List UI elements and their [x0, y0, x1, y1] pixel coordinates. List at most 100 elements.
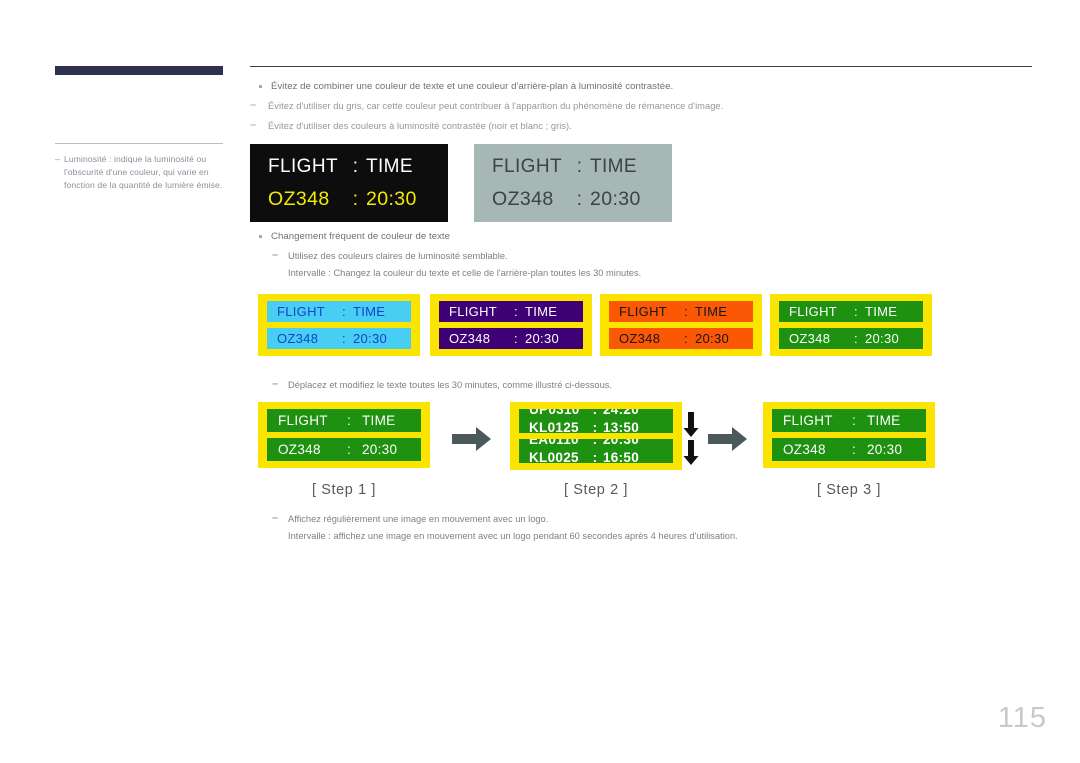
time-label: TIME [867, 413, 901, 429]
arrow-right-icon [708, 426, 748, 452]
flight-value: OZ348 [492, 187, 554, 210]
dash-marker-icon: – [250, 118, 257, 131]
scroll-line: EA0110 : 20:30 [519, 439, 673, 448]
note-avoid-gray: – Évitez d'utiliser du gris, car cette c… [250, 99, 1040, 114]
time-value: 20:30 [353, 331, 388, 347]
dash-marker-icon: – [250, 99, 257, 111]
bullet-dot-icon [259, 85, 262, 88]
display-header-row: FLIGHT : TIME [267, 409, 421, 433]
arrow-down-icon [683, 412, 699, 438]
sub-note-light-colors: – Utilisez des couleurs claires de lumin… [250, 249, 1040, 263]
scroll-line: KL0025 : 16:50 [519, 448, 673, 464]
flight-label: FLIGHT [268, 156, 338, 178]
step3-label: [ Step 3 ] [816, 482, 882, 499]
display-header-row: FLIGHT : TIME [779, 301, 923, 323]
separator: : [592, 449, 598, 464]
note-avoid-contrast: – Évitez d'utiliser des couleurs à lumin… [250, 118, 1040, 134]
flight-value: EA0110 [529, 439, 579, 447]
separator: : [514, 304, 518, 320]
bullet-text: Changement fréquent de couleur de texte [271, 231, 451, 243]
separator: : [576, 187, 583, 210]
step1-label: [ Step 1 ] [311, 482, 377, 499]
flight-value: UP0310 [529, 409, 580, 417]
display-header-row: FLIGHT : TIME [609, 301, 753, 323]
separator: : [684, 331, 688, 347]
flight-value: KL0125 [529, 419, 579, 434]
step1-display: FLIGHT : TIME OZ348 : 20:30 [258, 402, 430, 469]
flight-value: OZ348 [789, 331, 831, 347]
display-value-row: OZ348 : 20:30 [492, 183, 654, 215]
flight-value: OZ348 [268, 187, 330, 210]
separator: : [346, 413, 352, 429]
separator: : [346, 442, 352, 458]
flight-label: FLIGHT [783, 413, 833, 429]
flight-label: FLIGHT [619, 304, 668, 320]
flight-label: FLIGHT [449, 304, 498, 320]
separator: : [514, 331, 518, 347]
display-value-row: OZ348 : 20:30 [439, 328, 583, 350]
green-display: FLIGHT : TIME OZ348 : 20:30 [770, 294, 932, 357]
scrolling-row-bottom: EA0110 : 20:30 KL0025 : 16:50 [519, 439, 673, 464]
time-label: TIME [695, 304, 728, 320]
separator: : [342, 331, 346, 347]
time-value: 16:50 [603, 449, 640, 464]
time-label: TIME [589, 156, 637, 178]
time-label: TIME [362, 413, 396, 429]
display-header-row: FLIGHT : TIME [267, 301, 411, 323]
scroll-line: UP0310 : 24:20 [519, 409, 673, 418]
purple-display: FLIGHT : TIME OZ348 : 20:30 [430, 294, 592, 357]
cyan-display: FLIGHT : TIME OZ348 : 20:30 [258, 294, 420, 357]
document-page: – Luminosité : indique la luminosité ou … [0, 0, 1080, 763]
separator: : [684, 304, 688, 320]
separator: : [576, 156, 583, 178]
separator: : [592, 409, 598, 417]
flight-label: FLIGHT [277, 304, 326, 320]
display-pair-row: FLIGHT : TIME OZ348 : 20:30 FLIGHT : TIM… [250, 144, 1040, 223]
dash-marker: – [55, 154, 60, 164]
flight-value: OZ348 [278, 442, 321, 458]
display-value-row: OZ348 : 20:30 [267, 328, 411, 350]
time-label: TIME [365, 156, 413, 178]
flight-value: OZ348 [783, 442, 826, 458]
separator: : [851, 413, 857, 429]
flight-label: FLIGHT [789, 304, 838, 320]
time-value: 24:20 [603, 409, 640, 417]
display-header-row: FLIGHT : TIME [492, 151, 654, 183]
separator: : [854, 304, 858, 320]
sub-note-interval-1: Intervalle : Changez la couleur du texte… [288, 268, 642, 279]
separator: : [592, 419, 598, 434]
page-number: 115 [997, 702, 1047, 734]
bullet-item-color-change: Changement fréquent de couleur de texte [250, 230, 1040, 244]
step3-display: FLIGHT : TIME OZ348 : 20:30 [763, 402, 935, 469]
time-value: 13:50 [603, 419, 640, 434]
flight-value: OZ348 [619, 331, 661, 347]
bullet-text: Évitez de combiner une couleur de texte … [271, 81, 674, 92]
scrolling-row-top: UP0310 : 24:20 KL0125 : 13:50 [519, 409, 673, 434]
display-value-row: OZ348 : 20:30 [772, 438, 926, 462]
bullet-dot-icon [259, 235, 262, 238]
dash-marker-icon: – [272, 249, 279, 262]
display-value-row: OZ348 : 20:30 [779, 328, 923, 350]
flight-value: OZ348 [277, 331, 319, 347]
display-value-row: OZ348 : 20:30 [268, 183, 430, 215]
sidebar-footnote: – Luminosité : indique la luminosité ou … [55, 153, 227, 193]
step2-display: UP0310 : 24:20 KL0125 : 13:50 EA0110: 2… [510, 402, 682, 471]
step2-label: [ Step 2 ] [563, 482, 629, 499]
separator: : [352, 187, 359, 210]
note-text: Évitez d'utiliser des couleurs à luminos… [268, 120, 572, 131]
time-label: TIME [865, 304, 898, 320]
time-value: 20:30 [603, 439, 640, 447]
flight-label: FLIGHT [278, 413, 328, 429]
arrow-right-icon [452, 426, 492, 452]
steps-row: FLIGHT : TIME OZ348 : 20:30 [ Step 1 ] U… [250, 402, 1040, 510]
display-header-row: FLIGHT : TIME [268, 151, 430, 183]
sidebar-footnote-text: Luminosité : indique la luminosité ou l'… [64, 154, 223, 191]
sub-note-moving-image: – Affichez régulièrement une image en mo… [250, 512, 1040, 526]
time-label: TIME [353, 304, 386, 320]
sidebar-divider [55, 143, 223, 144]
bullet-item-contrast: Évitez de combiner une couleur de texte … [250, 80, 1040, 94]
scroll-line: KL0125 : 13:50 [519, 418, 673, 434]
main-content: Évitez de combiner une couleur de texte … [250, 66, 1040, 543]
sidebar-accent-bar [55, 66, 223, 75]
time-value: 20:30 [362, 442, 398, 458]
